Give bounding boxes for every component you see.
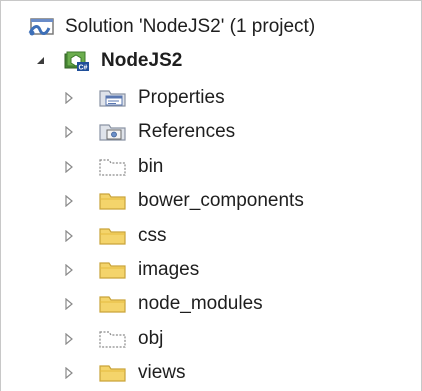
tree-row-node-modules[interactable]: node_modules: [1, 287, 421, 321]
collapse-arrow-icon[interactable]: [62, 332, 76, 346]
folder-excluded-icon: [98, 155, 128, 179]
collapse-arrow-icon[interactable]: [62, 160, 76, 174]
collapse-arrow-icon[interactable]: [62, 91, 76, 105]
tree-row-bin[interactable]: bin: [1, 150, 421, 184]
tree-row-views[interactable]: views: [1, 356, 421, 390]
expand-arrow-icon[interactable]: [34, 54, 48, 68]
folder-icon: [98, 361, 128, 385]
tree-item-label: obj: [138, 327, 164, 349]
tree-item-label: bower_components: [138, 190, 304, 212]
collapse-arrow-icon[interactable]: [62, 366, 76, 380]
tree-item-label: node_modules: [138, 293, 263, 315]
tree-item-label: images: [138, 259, 200, 280]
collapse-arrow-icon[interactable]: [62, 263, 76, 277]
tree-item-label: views: [138, 362, 186, 384]
tree-row-solution[interactable]: Solution 'NodeJS2' (1 project): [1, 10, 421, 44]
solution-label: Solution 'NodeJS2' (1 project): [65, 16, 316, 37]
tree-row-Properties[interactable]: Properties: [1, 81, 421, 115]
solution-icon: [27, 15, 59, 39]
solution-explorer-tree: Solution 'NodeJS2' (1 project) C# NodeJS…: [0, 0, 422, 391]
collapse-arrow-icon[interactable]: [62, 297, 76, 311]
tree-row-css[interactable]: css: [1, 219, 421, 253]
folder-excluded-icon: [98, 327, 128, 351]
tree-item-label: References: [138, 121, 236, 143]
tree-row-images[interactable]: images: [1, 253, 421, 287]
folder-icon: [98, 189, 128, 213]
collapse-arrow-icon[interactable]: [62, 125, 76, 139]
tree-item-label: Properties: [138, 87, 225, 108]
project-label: NodeJS2: [101, 50, 183, 71]
properties-icon: [98, 86, 128, 110]
tree-row-obj[interactable]: obj: [1, 322, 421, 356]
references-icon: [98, 120, 128, 144]
svg-text:C#: C#: [79, 65, 88, 72]
folder-icon: [98, 258, 128, 282]
collapse-arrow-icon[interactable]: [62, 229, 76, 243]
collapse-arrow-icon[interactable]: [62, 194, 76, 208]
folder-icon: [98, 224, 128, 248]
folder-icon: [98, 292, 128, 316]
nodejs-project-icon: C#: [63, 49, 93, 73]
tree-item-label: css: [138, 224, 167, 246]
tree-row-bower-components[interactable]: bower_components: [1, 184, 421, 218]
tree-row-project[interactable]: C# NodeJS2: [1, 44, 421, 78]
tree-row-References[interactable]: References: [1, 115, 421, 149]
tree-item-label: bin: [138, 155, 164, 177]
